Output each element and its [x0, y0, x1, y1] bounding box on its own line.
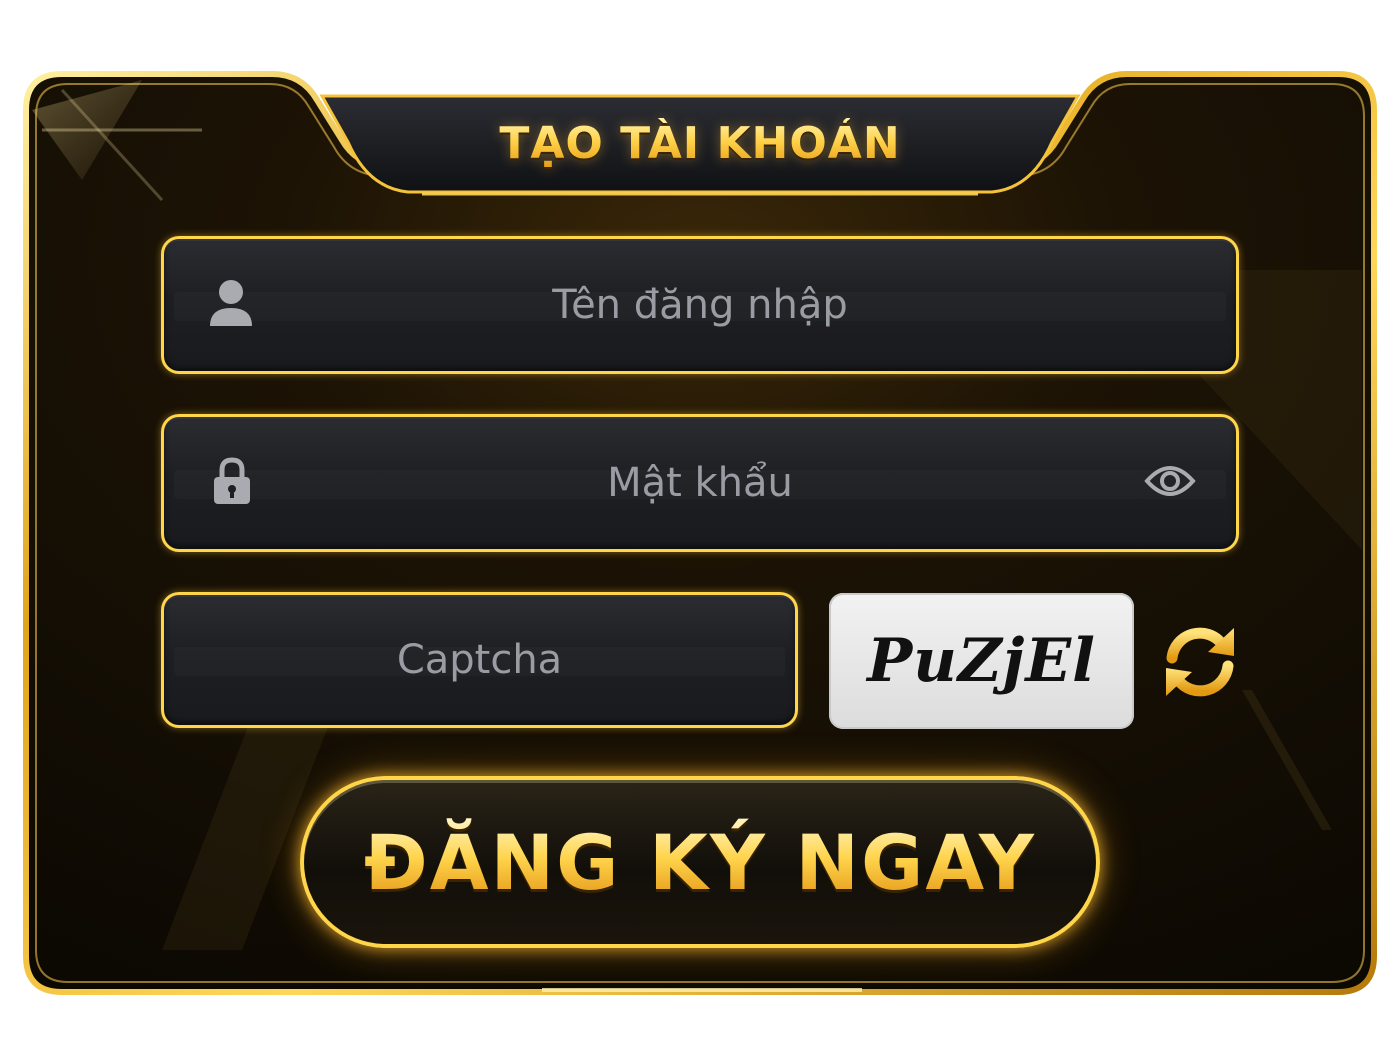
- register-now-label: ĐĂNG KÝ NGAY: [364, 817, 1036, 907]
- user-icon: [208, 278, 254, 332]
- field-highlight-band: [174, 470, 1226, 499]
- form-title: TẠO TÀI KHOẢN: [0, 118, 1400, 169]
- password-field[interactable]: Mật khẩu: [161, 414, 1239, 552]
- username-field[interactable]: Tên đăng nhập: [161, 236, 1239, 374]
- lock-icon: [212, 457, 252, 509]
- register-dialog-stage: TẠO TÀI KHOẢN Tên đăng nhập Mật khẩu Cap…: [0, 0, 1400, 1050]
- refresh-icon: [1166, 627, 1234, 697]
- refresh-captcha-button[interactable]: [1160, 622, 1240, 702]
- field-highlight-band: [174, 292, 1226, 321]
- field-highlight-band: [174, 647, 785, 676]
- captcha-image: PuZjEl: [829, 593, 1134, 729]
- captcha-input[interactable]: Captcha: [161, 592, 798, 728]
- eye-icon[interactable]: [1144, 463, 1196, 503]
- captcha-code: PuZjEl: [867, 626, 1096, 696]
- register-now-button[interactable]: ĐĂNG KÝ NGAY: [300, 776, 1100, 948]
